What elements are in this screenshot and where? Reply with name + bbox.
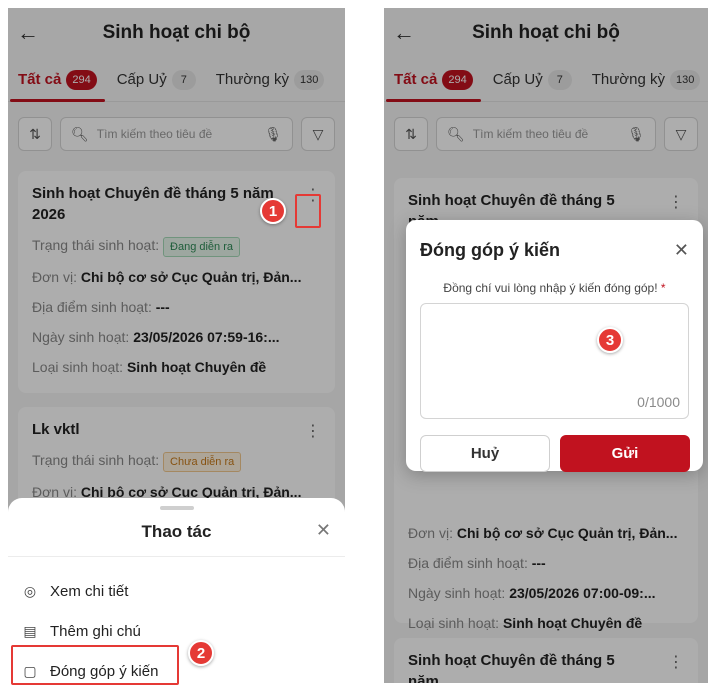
left-screen: ← Sinh hoạt chi bộ Tất cả 294 Cấp Uỷ 7 T… (8, 8, 345, 691)
close-icon[interactable]: ✕ (316, 520, 331, 541)
required-mark: * (660, 281, 666, 295)
note-icon: ▤ (23, 622, 37, 639)
close-icon[interactable]: ✕ (674, 240, 689, 261)
menu-item-label: Thêm ghi chú (50, 622, 141, 640)
kebab-highlight (295, 194, 321, 228)
menu-highlight (11, 645, 179, 685)
eye-icon: ◎ (23, 582, 37, 599)
field-label: Đồng chí vui lòng nhập ý kiến đóng góp! … (406, 281, 703, 295)
feedback-textarea[interactable]: 0/1000 (420, 303, 689, 419)
sheet-title: Thao tác (141, 522, 212, 541)
menu-item-label: Xem chi tiết (50, 582, 129, 600)
drag-handle[interactable] (159, 506, 194, 510)
feedback-dialog: Đóng góp ý kiến ✕ Đồng chí vui lòng nhập… (406, 220, 703, 472)
character-counter: 0/1000 (637, 394, 680, 410)
callout-3: 3 (597, 327, 623, 353)
callout-1: 1 (260, 198, 286, 224)
right-screen: ← Sinh hoạt chi bộ Tất cả 294 Cấp Uỷ 7 T… (384, 8, 708, 683)
feedback-label: Đồng chí vui lòng nhập ý kiến đóng góp! (443, 281, 658, 295)
menu-item-view-detail[interactable]: ◎ Xem chi tiết (8, 571, 345, 611)
cancel-button[interactable]: Huỷ (420, 435, 550, 472)
callout-2: 2 (188, 640, 214, 666)
divider (8, 556, 345, 557)
submit-button[interactable]: Gửi (560, 435, 690, 472)
dialog-title: Đóng góp ý kiến (420, 240, 561, 260)
